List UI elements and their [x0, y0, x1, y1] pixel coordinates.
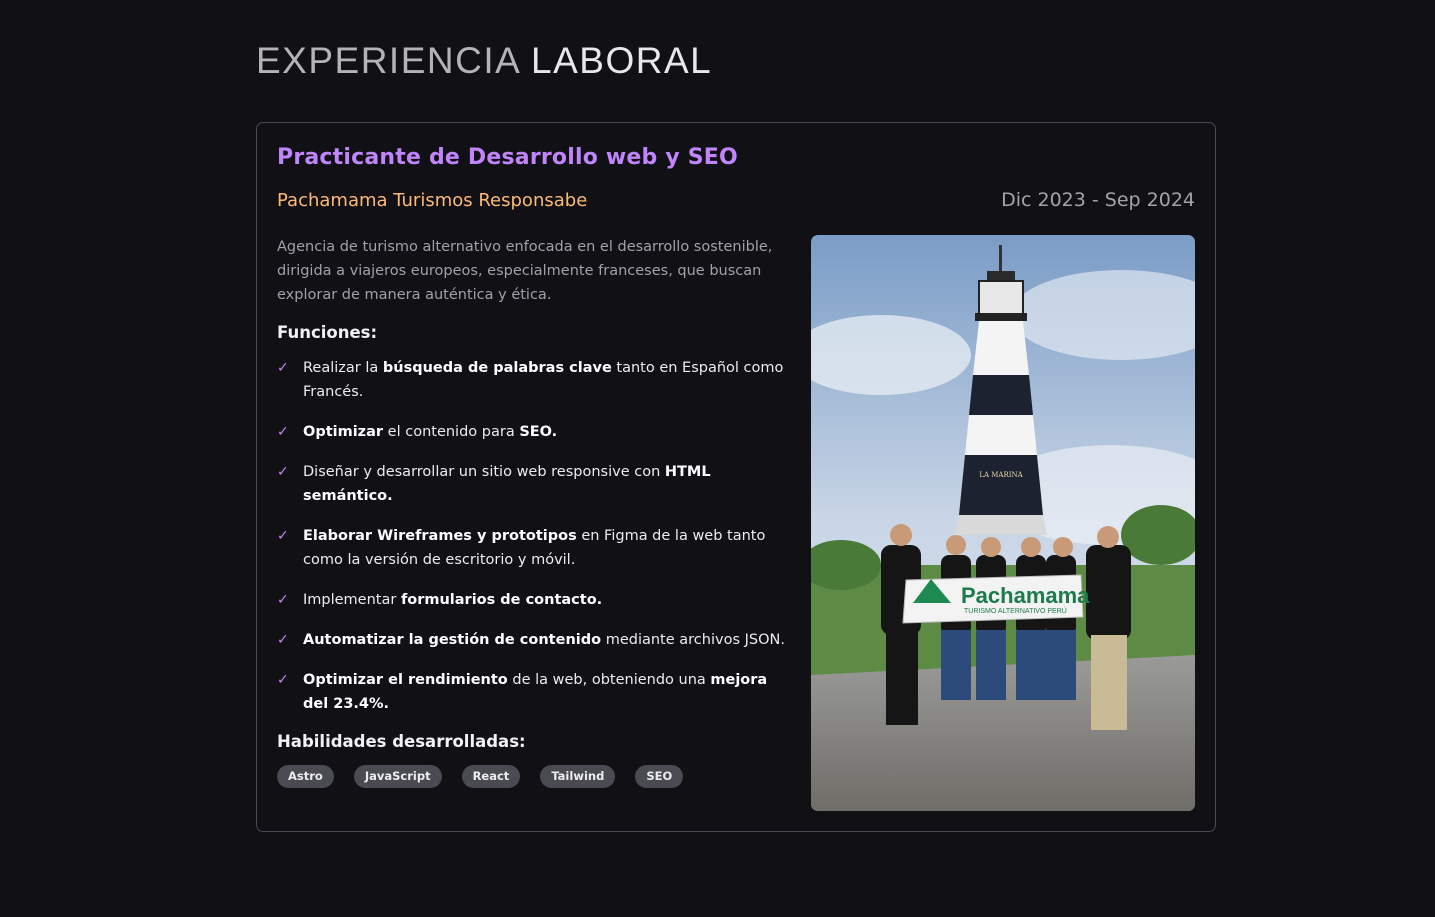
team-photo: FARO LA MARINA Pachamama TURISMO ALTERNA…	[811, 235, 1195, 811]
functions-heading: Funciones:	[277, 323, 378, 342]
function-item: ✓ Implementar formularios de contacto.	[277, 588, 792, 612]
check-icon: ✓	[277, 528, 289, 544]
skill-pill: SEO	[635, 765, 684, 788]
job-details: Agencia de turismo alternativo enfocada …	[277, 235, 792, 788]
check-icon: ✓	[277, 360, 289, 376]
check-icon: ✓	[277, 672, 289, 688]
tower-label-2: LA MARINA	[979, 471, 1023, 479]
functions-list: ✓ Realizar la búsqueda de palabras clave …	[277, 356, 792, 716]
check-icon: ✓	[277, 424, 289, 440]
check-icon: ✓	[277, 464, 289, 480]
function-text: Implementar formularios de contacto.	[303, 592, 603, 608]
function-text: Automatizar la gestión de contenido medi…	[303, 632, 785, 648]
experience-card: Practicante de Desarrollo web y SEO Pach…	[256, 122, 1216, 832]
function-text: Optimizar el rendimiento de la web, obte…	[303, 672, 768, 712]
function-item: ✓ Optimizar el rendimiento de la web, obt…	[277, 668, 792, 716]
skill-pill: JavaScript	[353, 765, 442, 788]
section-title: EXPERIENCIA LABORAL	[256, 40, 712, 82]
function-text: Realizar la búsqueda de palabras clave t…	[303, 360, 784, 400]
pachamama-banner: Pachamama TURISMO ALTERNATIVO PERÚ	[902, 574, 1090, 624]
check-icon: ✓	[277, 592, 289, 608]
function-item: ✓ Elaborar Wireframes y prototipos en Fig…	[277, 524, 792, 572]
banner-title: Pachamama	[961, 583, 1090, 608]
function-item: ✓ Automatizar la gestión de contenido med…	[277, 628, 792, 652]
function-text: Optimizar el contenido para SEO.	[303, 424, 558, 440]
section-title-part1: EXPERIENCIA	[256, 40, 520, 81]
function-item: ✓ Optimizar el contenido para SEO.	[277, 420, 792, 444]
function-text: Elaborar Wireframes y prototipos en Figm…	[303, 528, 766, 568]
function-item: ✓ Diseñar y desarrollar un sitio web resp…	[277, 460, 792, 508]
function-item: ✓ Realizar la búsqueda de palabras clave …	[277, 356, 792, 404]
skills-list: Astro JavaScript React Tailwind SEO	[277, 765, 792, 788]
company-name: Pachamama Turismos Responsabe	[277, 190, 588, 211]
job-dates: Dic 2023 - Sep 2024	[1001, 189, 1195, 211]
banner-subtitle: TURISMO ALTERNATIVO PERÚ	[964, 606, 1067, 615]
job-description: Agencia de turismo alternativo enfocada …	[277, 239, 773, 303]
job-title: Practicante de Desarrollo web y SEO	[277, 145, 738, 170]
skill-pill: Tailwind	[540, 765, 616, 788]
check-icon: ✓	[277, 632, 289, 648]
function-text: Diseñar y desarrollar un sitio web respo…	[303, 464, 711, 504]
tower-label-1: FARO	[988, 457, 1014, 467]
skills-heading: Habilidades desarrolladas:	[277, 732, 526, 751]
skill-pill: React	[461, 765, 521, 788]
skill-pill: Astro	[277, 765, 334, 788]
section-title-part2: LABORAL	[531, 40, 713, 81]
